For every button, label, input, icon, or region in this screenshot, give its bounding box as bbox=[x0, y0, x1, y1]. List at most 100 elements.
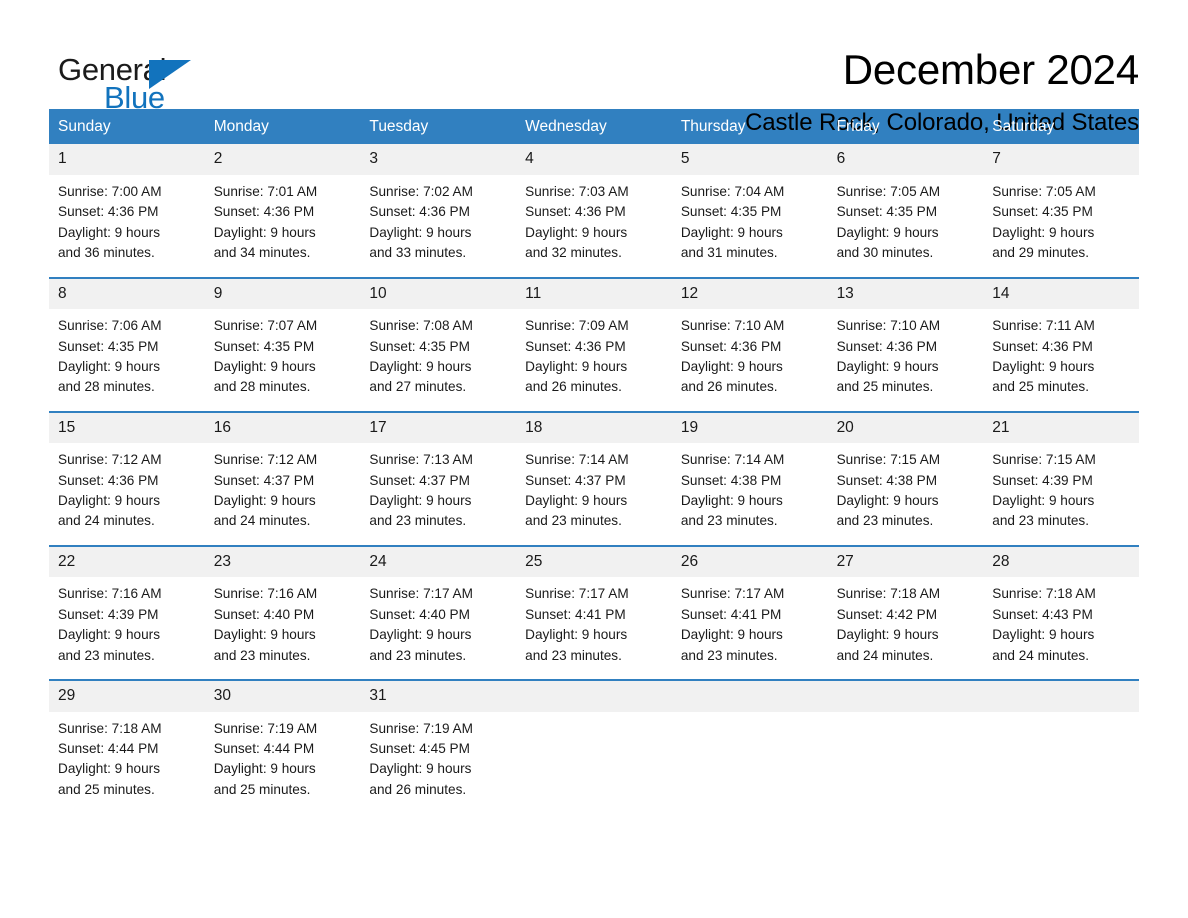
day-number[interactable]: 7 bbox=[983, 144, 1139, 175]
sunset-text: Sunset: 4:43 PM bbox=[992, 606, 1093, 622]
day-cell[interactable]: Sunrise: 7:03 AM Sunset: 4:36 PM Daylight:… bbox=[516, 182, 672, 264]
day-cell[interactable] bbox=[672, 719, 828, 801]
logo-text-blue: Blue bbox=[104, 80, 165, 115]
day-number[interactable]: 6 bbox=[828, 144, 984, 175]
day-number[interactable]: 19 bbox=[672, 413, 828, 444]
day-cell[interactable]: Sunrise: 7:17 AM Sunset: 4:40 PM Daylight:… bbox=[360, 584, 516, 666]
day-number[interactable]: 12 bbox=[672, 279, 828, 310]
day-cell[interactable]: Sunrise: 7:05 AM Sunset: 4:35 PM Daylight:… bbox=[828, 182, 984, 264]
day-cell[interactable]: Sunrise: 7:17 AM Sunset: 4:41 PM Daylight:… bbox=[516, 584, 672, 666]
day-number[interactable]: 25 bbox=[516, 547, 672, 578]
day-cell[interactable]: Sunrise: 7:18 AM Sunset: 4:42 PM Daylight:… bbox=[828, 584, 984, 666]
daylight-text: and 23 minutes. bbox=[369, 513, 467, 529]
day-number[interactable]: 31 bbox=[360, 681, 516, 712]
day-number[interactable]: 30 bbox=[205, 681, 361, 712]
day-number[interactable] bbox=[983, 681, 1139, 712]
day-cell[interactable]: Sunrise: 7:19 AM Sunset: 4:45 PM Daylight:… bbox=[360, 719, 516, 801]
daylight-text: and 23 minutes. bbox=[992, 513, 1090, 529]
day-cell[interactable]: Sunrise: 7:12 AM Sunset: 4:37 PM Daylight:… bbox=[205, 450, 361, 532]
day-cell[interactable] bbox=[516, 719, 672, 801]
day-number[interactable]: 1 bbox=[49, 144, 205, 175]
day-number[interactable] bbox=[828, 681, 984, 712]
day-cell[interactable]: Sunrise: 7:18 AM Sunset: 4:44 PM Daylight:… bbox=[49, 719, 205, 801]
sunset-text: Sunset: 4:37 PM bbox=[525, 472, 626, 488]
day-cell[interactable]: Sunrise: 7:14 AM Sunset: 4:38 PM Daylight:… bbox=[672, 450, 828, 532]
sunset-text: Sunset: 4:35 PM bbox=[680, 204, 782, 220]
sunset-text: Sunset: 4:40 PM bbox=[369, 606, 470, 622]
day-cell[interactable]: Sunrise: 7:04 AM Sunset: 4:35 PM Daylight:… bbox=[672, 182, 828, 264]
day-cell[interactable]: Sunrise: 7:17 AM Sunset: 4:41 PM Daylight:… bbox=[672, 584, 828, 666]
daylight-text: Daylight: 9 hours bbox=[992, 224, 1095, 240]
day-number[interactable]: 14 bbox=[983, 279, 1139, 310]
sunrise-text: Sunrise: 7:16 AM bbox=[213, 586, 318, 602]
daylight-text: and 25 minutes. bbox=[58, 781, 155, 797]
day-number[interactable]: 23 bbox=[205, 547, 361, 578]
daylight-text: and 36 minutes. bbox=[58, 245, 155, 261]
day-number[interactable]: 21 bbox=[983, 413, 1139, 444]
day-number[interactable]: 26 bbox=[672, 547, 828, 578]
day-number[interactable]: 10 bbox=[360, 279, 516, 310]
day-number[interactable]: 28 bbox=[983, 547, 1139, 578]
day-cell[interactable]: Sunrise: 7:15 AM Sunset: 4:38 PM Daylight:… bbox=[828, 450, 984, 532]
sunset-text: Sunset: 4:42 PM bbox=[836, 606, 938, 622]
day-number[interactable]: 8 bbox=[49, 279, 205, 310]
daylight-text: and 31 minutes. bbox=[680, 245, 778, 261]
day-cell[interactable]: Sunrise: 7:00 AM Sunset: 4:36 PM Daylight:… bbox=[49, 182, 205, 264]
day-number-band: 1234567 bbox=[49, 144, 1139, 175]
day-cell[interactable]: Sunrise: 7:15 AM Sunset: 4:39 PM Daylight:… bbox=[983, 450, 1139, 532]
day-cell[interactable]: Sunrise: 7:11 AM Sunset: 4:36 PM Daylight:… bbox=[983, 316, 1139, 398]
day-number[interactable] bbox=[516, 681, 672, 712]
day-number[interactable]: 24 bbox=[360, 547, 516, 578]
weekday-header-thursday: Thursday bbox=[680, 118, 746, 135]
day-cell[interactable]: Sunrise: 7:19 AM Sunset: 4:44 PM Daylight:… bbox=[205, 719, 361, 801]
day-cell[interactable] bbox=[828, 719, 984, 801]
day-number[interactable]: 13 bbox=[828, 279, 984, 310]
day-cell[interactable]: Sunrise: 7:14 AM Sunset: 4:37 PM Daylight:… bbox=[516, 450, 672, 532]
day-cell[interactable]: Sunrise: 7:10 AM Sunset: 4:36 PM Daylight:… bbox=[672, 316, 828, 398]
day-number[interactable]: 4 bbox=[516, 144, 672, 175]
day-cell[interactable]: Sunrise: 7:16 AM Sunset: 4:39 PM Daylight:… bbox=[49, 584, 205, 666]
day-cell[interactable]: Sunrise: 7:07 AM Sunset: 4:35 PM Daylight:… bbox=[205, 316, 361, 398]
day-number[interactable]: 16 bbox=[205, 413, 361, 444]
day-number[interactable]: 2 bbox=[205, 144, 361, 175]
sunset-text: Sunset: 4:35 PM bbox=[836, 204, 938, 220]
weekday-header-monday: Monday bbox=[213, 118, 269, 135]
sunset-text: Sunset: 4:36 PM bbox=[836, 338, 938, 354]
daylight-text: and 27 minutes. bbox=[369, 379, 467, 395]
day-number[interactable]: 20 bbox=[828, 413, 984, 444]
sunrise-text: Sunrise: 7:00 AM bbox=[58, 183, 162, 199]
daylight-text: Daylight: 9 hours bbox=[836, 224, 939, 240]
sunset-text: Sunset: 4:41 PM bbox=[680, 606, 782, 622]
day-cell[interactable]: Sunrise: 7:08 AM Sunset: 4:35 PM Daylight:… bbox=[360, 316, 516, 398]
day-cell[interactable]: Sunrise: 7:05 AM Sunset: 4:35 PM Daylight:… bbox=[983, 182, 1139, 264]
sunrise-text: Sunrise: 7:01 AM bbox=[213, 183, 318, 199]
day-cell[interactable]: Sunrise: 7:13 AM Sunset: 4:37 PM Daylight:… bbox=[360, 450, 516, 532]
day-cell[interactable]: Sunrise: 7:16 AM Sunset: 4:40 PM Daylight:… bbox=[205, 584, 361, 666]
sunrise-text: Sunrise: 7:10 AM bbox=[680, 318, 785, 334]
day-number[interactable]: 11 bbox=[516, 279, 672, 310]
day-cell[interactable]: Sunrise: 7:09 AM Sunset: 4:36 PM Daylight:… bbox=[516, 316, 672, 398]
day-number[interactable]: 18 bbox=[516, 413, 672, 444]
day-cell[interactable]: Sunrise: 7:06 AM Sunset: 4:35 PM Daylight:… bbox=[49, 316, 205, 398]
day-number[interactable]: 17 bbox=[360, 413, 516, 444]
day-number[interactable]: 22 bbox=[49, 547, 205, 578]
day-number[interactable]: 3 bbox=[360, 144, 516, 175]
sunrise-text: Sunrise: 7:12 AM bbox=[213, 452, 318, 468]
day-cell[interactable]: Sunrise: 7:01 AM Sunset: 4:36 PM Daylight:… bbox=[205, 182, 361, 264]
day-number[interactable]: 5 bbox=[672, 144, 828, 175]
sunset-text: Sunset: 4:36 PM bbox=[369, 204, 470, 220]
day-number[interactable]: 15 bbox=[49, 413, 205, 444]
day-cell[interactable] bbox=[983, 719, 1139, 801]
day-cell[interactable]: Sunrise: 7:10 AM Sunset: 4:36 PM Daylight:… bbox=[828, 316, 984, 398]
sunset-text: Sunset: 4:45 PM bbox=[369, 740, 470, 756]
sunset-text: Sunset: 4:39 PM bbox=[992, 472, 1093, 488]
calendar-week-row: 22 23 24 25 26 27 28 Sunrise: 7:16 AM Sunset: 4:… bbox=[49, 544, 1139, 679]
day-cell[interactable]: Sunrise: 7:12 AM Sunset: 4:36 PM Daylight:… bbox=[49, 450, 205, 532]
day-number[interactable] bbox=[672, 681, 828, 712]
day-number[interactable]: 9 bbox=[205, 279, 361, 310]
day-cell[interactable]: Sunrise: 7:18 AM Sunset: 4:43 PM Daylight:… bbox=[983, 584, 1139, 666]
day-number[interactable]: 27 bbox=[828, 547, 984, 578]
day-number[interactable]: 29 bbox=[49, 681, 205, 712]
day-cell[interactable]: Sunrise: 7:02 AM Sunset: 4:36 PM Daylight:… bbox=[360, 182, 516, 264]
sunrise-text: Sunrise: 7:14 AM bbox=[525, 452, 629, 468]
